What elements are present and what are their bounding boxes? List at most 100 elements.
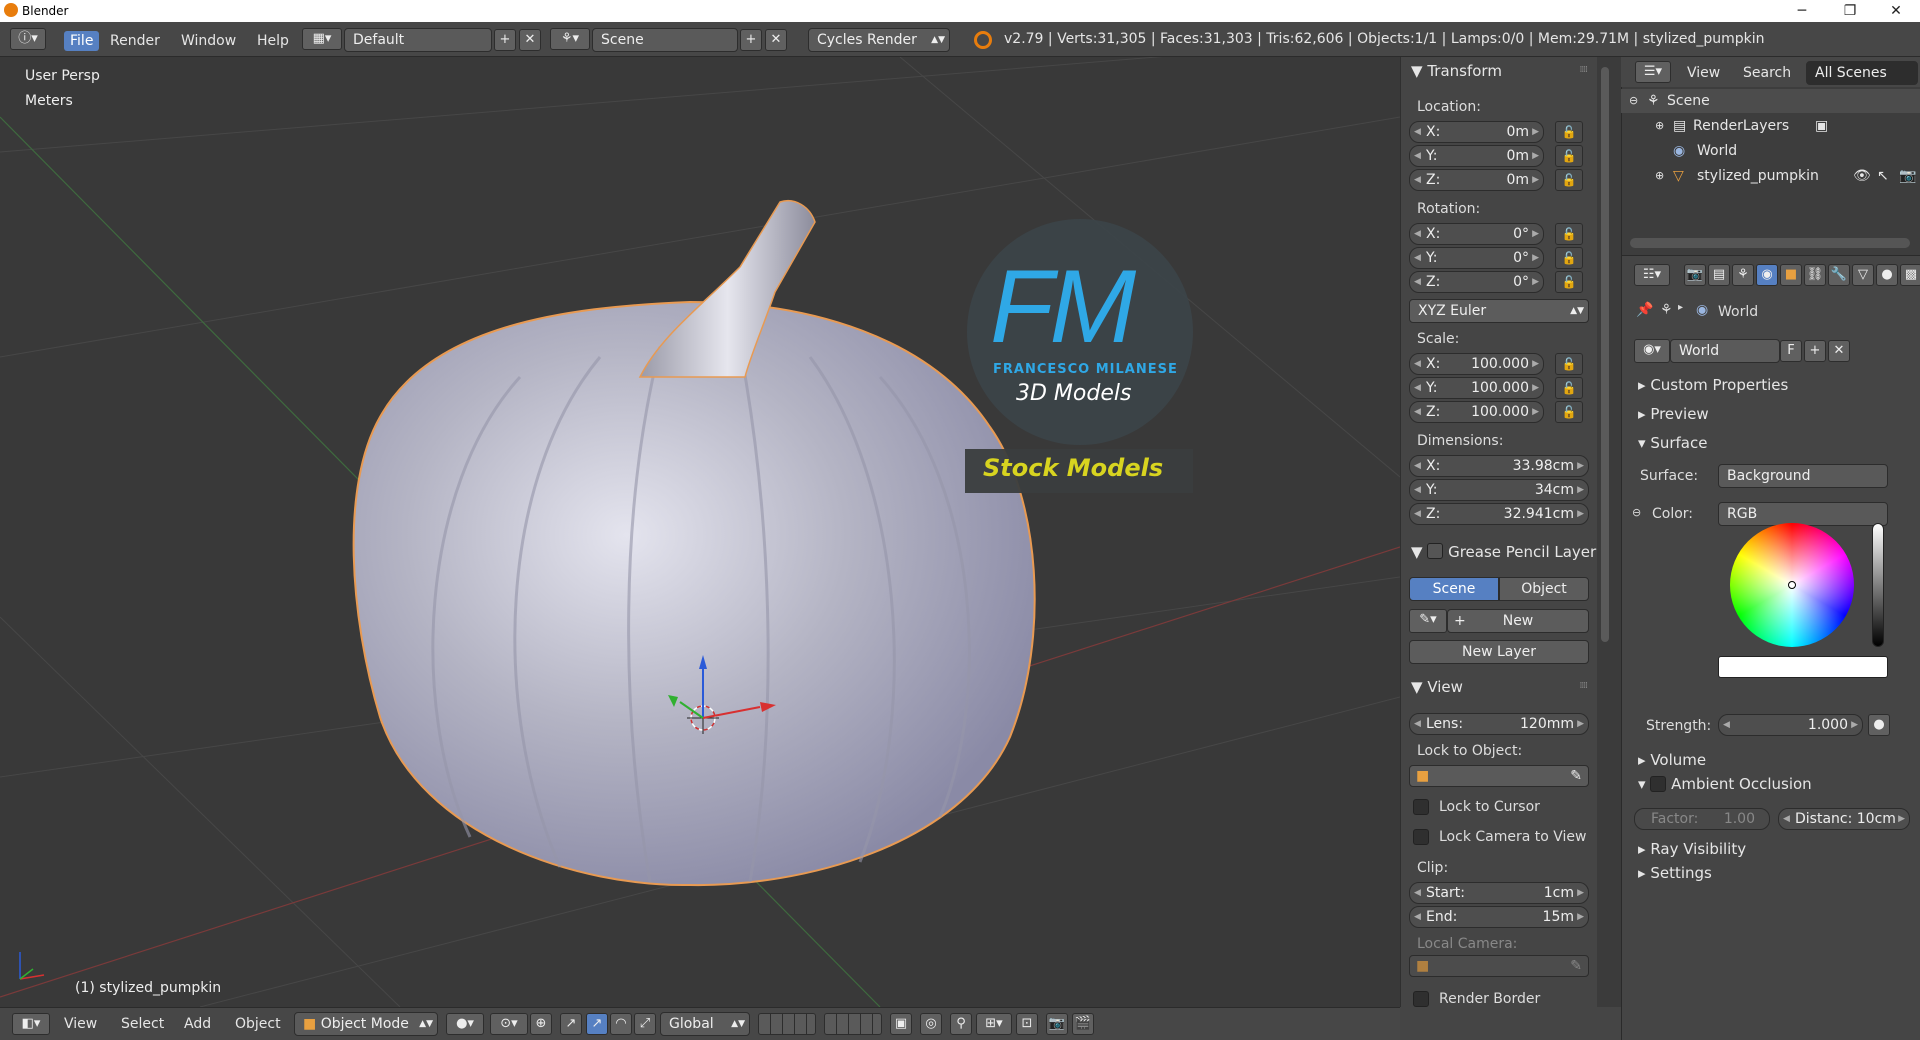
ambient-occlusion-checkbox[interactable] — [1650, 776, 1667, 792]
scene-tab-icon[interactable]: ⚘ — [1732, 264, 1754, 286]
3d-viewport[interactable]: User Persp Meters (1) stylized_pumpkin F… — [0, 57, 1400, 1007]
drag-handle-icon[interactable]: ⁞⁞⁞⁞ — [1580, 681, 1589, 691]
render-engine-dropdown[interactable]: Cycles Render ▲▼ — [808, 28, 950, 52]
ao-factor-field[interactable]: Factor: 1.00 — [1634, 808, 1770, 830]
lock-icon[interactable]: 🔓 — [1555, 247, 1583, 269]
clip-start-field[interactable]: ◀ Start: 1cm ▶ — [1409, 882, 1589, 904]
layers-tab-icon[interactable]: ▤ — [1708, 264, 1730, 286]
menu-object[interactable]: Object — [235, 1016, 281, 1032]
preview-section[interactable]: ▸ Preview — [1630, 401, 1913, 427]
panel-scrollbar[interactable] — [1597, 57, 1621, 1007]
location-z-field[interactable]: ◀ Z: 0m ▶ — [1409, 169, 1544, 191]
data-tab-icon[interactable]: ▽ — [1852, 264, 1874, 286]
outliner-hscrollbar[interactable] — [1630, 238, 1910, 248]
value-slider[interactable] — [1872, 523, 1884, 647]
translate-manipulator-icon[interactable]: ↗ — [586, 1013, 608, 1035]
render-tab-icon[interactable]: 📷 — [1684, 264, 1706, 286]
lock-icon[interactable]: 🔓 — [1555, 169, 1583, 191]
render-opengl-icon[interactable]: 📷 — [1046, 1013, 1068, 1035]
modifiers-tab-icon[interactable]: 🔧 — [1828, 264, 1850, 286]
scale-x-field[interactable]: ◀ X: 100.000 ▶ — [1409, 353, 1544, 375]
settings-section[interactable]: ▸ Settings — [1630, 860, 1913, 886]
properties-editor-icon[interactable]: ☷▾ — [1634, 264, 1670, 286]
add-scene-icon[interactable]: + — [740, 29, 762, 51]
grease-pencil-header[interactable]: ▼ Grease Pencil Layer — [1411, 541, 1596, 561]
color-picker-handle[interactable] — [1788, 581, 1796, 589]
scale-manipulator-icon[interactable]: ⤢ — [634, 1013, 656, 1035]
rotation-y-field[interactable]: ◀ Y: 0° ▶ — [1409, 247, 1544, 269]
world-browse-icon[interactable]: ◉▾ — [1634, 339, 1670, 363]
material-tab-icon[interactable]: ● — [1876, 264, 1898, 286]
render-layer-toggle-icon[interactable]: ▣ — [1815, 114, 1828, 138]
strength-link-icon[interactable]: ● — [1868, 714, 1890, 736]
menu-add[interactable]: Add — [184, 1016, 211, 1032]
lock-icon[interactable]: 🔓 — [1555, 121, 1583, 143]
world-name-field[interactable]: World — [1670, 339, 1780, 363]
clip-end-field[interactable]: ◀ End: 15m ▶ — [1409, 906, 1589, 928]
outliner-row-renderlayers[interactable]: ⊕ ▤ RenderLayers ▣ — [1621, 114, 1920, 138]
grease-new-button[interactable]: + New — [1447, 609, 1589, 633]
dimension-z-field[interactable]: ◀ Z: 32.941cm ▶ — [1409, 503, 1589, 525]
pin-icon[interactable]: 📌 — [1636, 302, 1653, 318]
add-layout-icon[interactable]: + — [494, 29, 516, 51]
layout-name-field[interactable]: Default — [344, 28, 492, 52]
volume-section[interactable]: ▸ Volume — [1630, 747, 1913, 773]
rotate-manipulator-icon[interactable]: ◠ — [610, 1013, 632, 1035]
snap-element-icon[interactable]: ⊞▾ — [976, 1013, 1012, 1035]
lock-camera-checkbox[interactable] — [1413, 829, 1429, 845]
new-layer-button[interactable]: New Layer — [1409, 640, 1589, 664]
texture-tab-icon[interactable]: ▩ — [1900, 264, 1920, 286]
screen-layout-icon[interactable]: ▦▾ — [302, 28, 342, 50]
maximize-button[interactable]: ❐ — [1830, 1, 1870, 21]
delete-scene-icon[interactable]: ✕ — [765, 29, 787, 51]
ray-visibility-section[interactable]: ▸ Ray Visibility — [1630, 836, 1913, 862]
lock-icon[interactable]: 🔓 — [1555, 271, 1583, 293]
outliner-search-menu[interactable]: Search — [1737, 63, 1797, 83]
layer-lock-icon[interactable]: ▣ — [890, 1013, 912, 1035]
rotation-mode-dropdown[interactable]: XYZ Euler ▲▼ — [1409, 299, 1589, 323]
selectable-cursor-icon[interactable]: ↖ — [1877, 164, 1889, 188]
menu-file[interactable]: File — [64, 31, 100, 51]
outliner-editor-icon[interactable]: ☰▾ — [1635, 61, 1671, 83]
drag-handle-icon[interactable]: ⁞⁞⁞⁞ — [1580, 65, 1589, 75]
collapse-icon[interactable]: ⊖ — [1632, 506, 1641, 519]
outliner-row-world[interactable]: ◉ World — [1621, 139, 1920, 163]
viewport-shading-icon[interactable]: ●▾ — [446, 1013, 484, 1035]
snap-target-icon[interactable]: ⊡ — [1016, 1013, 1038, 1035]
location-x-field[interactable]: ◀ X: 0m ▶ — [1409, 121, 1544, 143]
location-y-field[interactable]: ◀ Y: 0m ▶ — [1409, 145, 1544, 167]
scene-icon[interactable]: ⚘▾ — [550, 28, 590, 50]
snap-toggle-icon[interactable]: ⚲ — [950, 1013, 972, 1035]
layer-buttons-group-1[interactable] — [758, 1013, 816, 1035]
color-wheel[interactable] — [1730, 523, 1854, 647]
outliner-row-scene[interactable]: ⊖ ⚘ Scene — [1621, 89, 1920, 113]
lock-icon[interactable]: 🔓 — [1555, 401, 1583, 423]
dimension-x-field[interactable]: ◀ X: 33.98cm ▶ — [1409, 455, 1589, 477]
scrollbar-thumb[interactable] — [1601, 67, 1609, 642]
collapse-icon[interactable]: ⊖ — [1629, 89, 1638, 113]
lens-field[interactable]: ◀ Lens: 120mm ▶ — [1409, 713, 1589, 735]
pencil-icon[interactable]: ✎▾ — [1409, 609, 1447, 633]
renderable-camera-icon[interactable]: 📷 — [1899, 164, 1916, 188]
surface-section[interactable]: ▾ Surface — [1630, 430, 1913, 456]
outliner-row-pumpkin[interactable]: ⊕ ▽ stylized_pumpkin 👁 ↖ 📷 — [1621, 164, 1920, 188]
transform-orientation-dropdown[interactable]: Global ▲▼ — [660, 1012, 750, 1036]
translate-manipulator-icon[interactable]: ↗ — [560, 1013, 582, 1035]
local-camera-field[interactable]: ■ ✎ — [1409, 955, 1589, 977]
menu-help[interactable]: Help — [251, 31, 295, 51]
dimension-y-field[interactable]: ◀ Y: 34cm ▶ — [1409, 479, 1589, 501]
editor-type-info-icon[interactable]: ⓘ▾ — [10, 28, 46, 50]
minimize-button[interactable]: ─ — [1782, 1, 1822, 21]
grease-object-tab[interactable]: Object — [1499, 577, 1589, 601]
rotation-x-field[interactable]: ◀ X: 0° ▶ — [1409, 223, 1544, 245]
lock-icon[interactable]: 🔓 — [1555, 223, 1583, 245]
scale-y-field[interactable]: ◀ Y: 100.000 ▶ — [1409, 377, 1544, 399]
lock-icon[interactable]: 🔓 — [1555, 145, 1583, 167]
constraints-tab-icon[interactable]: ⛓ — [1804, 264, 1826, 286]
grease-pencil-checkbox[interactable] — [1427, 543, 1444, 559]
editor-type-3dview-icon[interactable]: ◧▾ — [12, 1013, 50, 1035]
surface-dropdown[interactable]: Background — [1718, 464, 1888, 488]
layer-buttons-group-2[interactable] — [824, 1013, 882, 1035]
menu-view[interactable]: View — [64, 1016, 97, 1032]
color-mode-dropdown[interactable]: RGB — [1718, 502, 1888, 526]
